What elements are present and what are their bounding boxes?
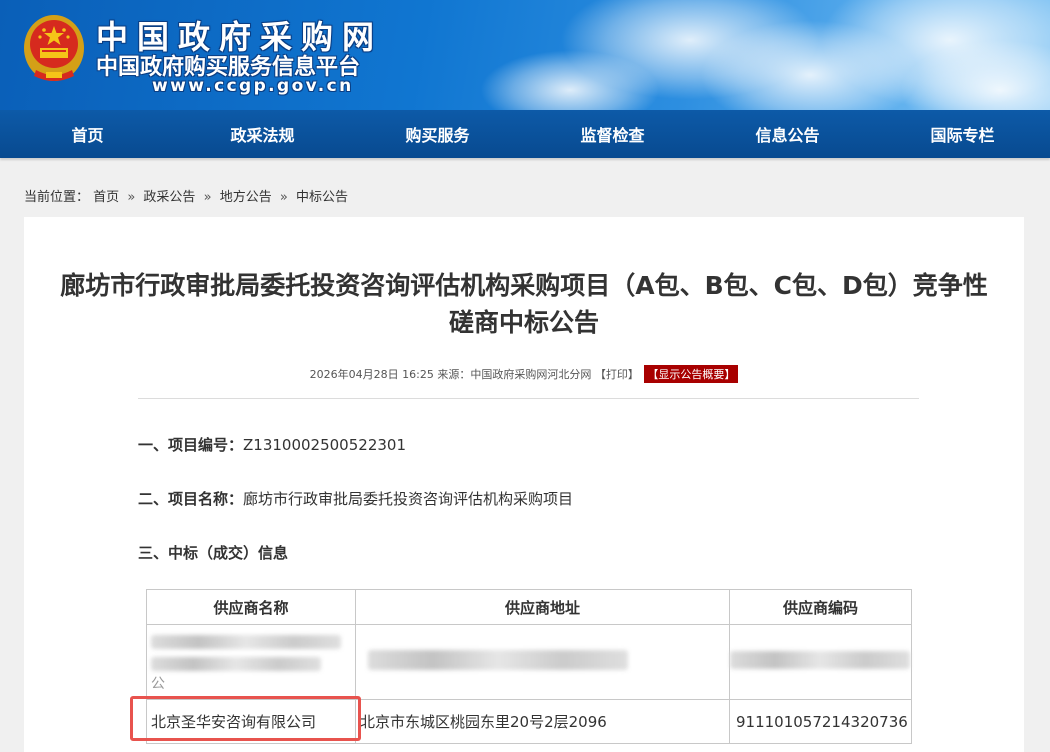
- article-card: 廊坊市行政审批局委托投资咨询评估机构采购项目（A包、B包、C包、D包）竞争性 磋…: [24, 217, 1024, 752]
- breadcrumb-prefix: 当前位置：: [24, 190, 90, 205]
- project-name-heading: 二、项目名称：: [138, 490, 244, 508]
- supplier-address-cell-redacted: [355, 624, 730, 700]
- supplier-code-cell: 911101057214320736: [729, 699, 912, 744]
- nav-item-announcements[interactable]: 信息公告: [700, 122, 875, 146]
- breadcrumb: 当前位置： 首页 » 政采公告 » 地方公告 » 中标公告: [24, 186, 348, 205]
- breadcrumb-gov-announcements[interactable]: 政采公告: [143, 190, 195, 205]
- redacted-blur: [151, 635, 341, 649]
- publish-datetime: 2026年04月28日 16:25: [309, 368, 434, 381]
- nav-item-regulations[interactable]: 政采法规: [175, 122, 350, 146]
- breadcrumb-separator: »: [203, 190, 212, 205]
- nav-item-international[interactable]: 国际专栏: [875, 122, 1050, 146]
- award-info-section: 三、中标（成交）信息: [138, 542, 288, 563]
- table-header-row: 供应商名称 供应商地址 供应商编码: [146, 589, 912, 625]
- breadcrumb-award-announcements[interactable]: 中标公告: [296, 190, 348, 205]
- redacted-blur: [730, 651, 910, 669]
- supplier-name-cell-redacted: 公: [146, 624, 356, 700]
- supplier-table: 供应商名称 供应商地址 供应商编码 公 北京圣华安咨询有限公司 北京市东城区桃园…: [146, 589, 912, 744]
- article-title-line1: 廊坊市行政审批局委托投资咨询评估机构采购项目（A包、B包、C包、D包）竞争性: [60, 271, 988, 300]
- project-number-heading: 一、项目编号：: [138, 436, 244, 454]
- column-header-supplier-address: 供应商地址: [355, 589, 730, 625]
- supplier-code-cell-redacted: [729, 624, 912, 700]
- project-name-section: 二、项目名称：廊坊市行政审批局委托投资咨询评估机构采购项目: [138, 488, 573, 509]
- breadcrumb-home[interactable]: 首页: [93, 190, 119, 205]
- redacted-blur: [151, 657, 321, 671]
- article-title-line2: 磋商中标公告: [448, 308, 599, 337]
- source-label: 来源：: [437, 368, 471, 381]
- project-number-value: Z1310002500522301: [243, 436, 406, 454]
- redacted-blur: [368, 650, 628, 670]
- site-url: www.ccgp.gov.cn: [152, 76, 354, 96]
- article-title: 廊坊市行政审批局委托投资咨询评估机构采购项目（A包、B包、C包、D包）竞争性 磋…: [24, 267, 1024, 341]
- show-summary-button[interactable]: 【显示公告概要】: [644, 365, 739, 383]
- nav-item-home[interactable]: 首页: [0, 122, 175, 146]
- article-meta: 2026年04月28日 16:25 来源：中国政府采购网河北分网 【打印】 【显…: [24, 365, 1024, 383]
- table-row: 北京圣华安咨询有限公司 北京市东城区桃园东里20号2层2096 91110105…: [146, 699, 912, 744]
- column-header-supplier-code: 供应商编码: [729, 589, 912, 625]
- header-banner: 中国政府采购网 中国政府购买服务信息平台 www.ccgp.gov.cn: [0, 0, 1050, 110]
- supplier-name-cell: 北京圣华安咨询有限公司: [146, 699, 356, 744]
- main-nav: 首页 政采法规 购买服务 监督检查 信息公告 国际专栏: [0, 110, 1050, 158]
- award-info-heading: 三、中标（成交）信息: [138, 544, 289, 562]
- supplier-address-cell: 北京市东城区桃园东里20号2层2096: [355, 699, 730, 744]
- table-row: 公: [146, 624, 912, 700]
- nav-item-supervision[interactable]: 监督检查: [525, 122, 700, 146]
- source-name: 中国政府采购网河北分网: [470, 368, 592, 381]
- project-number-section: 一、项目编号：Z1310002500522301: [138, 434, 406, 455]
- national-emblem-icon: [24, 15, 84, 81]
- breadcrumb-local-announcements[interactable]: 地方公告: [220, 190, 272, 205]
- column-header-supplier-name: 供应商名称: [146, 589, 356, 625]
- nav-item-purchase-services[interactable]: 购买服务: [350, 122, 525, 146]
- redacted-name-tail: 公: [151, 676, 165, 692]
- project-name-value: 廊坊市行政审批局委托投资咨询评估机构采购项目: [243, 490, 574, 508]
- breadcrumb-separator: »: [279, 190, 288, 205]
- breadcrumb-separator: »: [127, 190, 136, 205]
- title-divider: [138, 398, 919, 399]
- print-link[interactable]: 【打印】: [595, 368, 639, 381]
